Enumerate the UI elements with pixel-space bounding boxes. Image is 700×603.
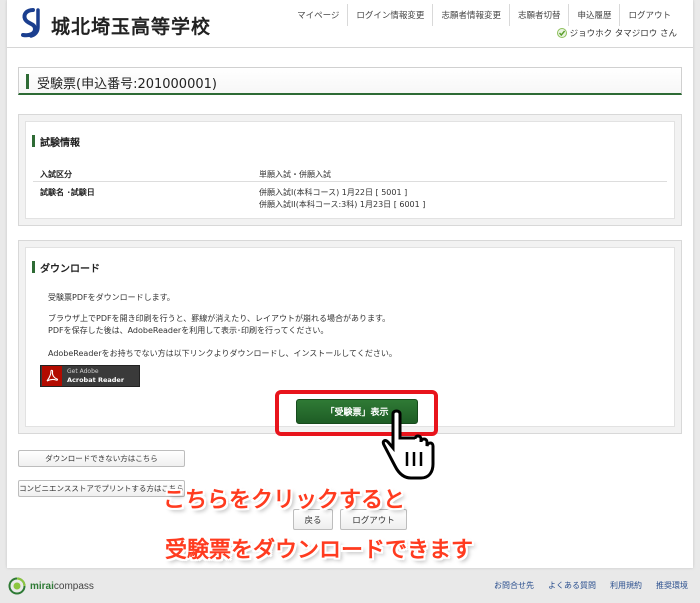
- exam-category-value: 単願入試・併願入試: [259, 170, 331, 179]
- download-instruction: PDFを保存した後は、AdobeReaderを利用して表示･印刷を行ってください…: [48, 326, 329, 335]
- nav-login-info-change[interactable]: ログイン情報変更: [347, 4, 432, 26]
- footer-link-terms[interactable]: 利用規約: [610, 580, 642, 591]
- footer-link-environment[interactable]: 推奨環境: [656, 580, 688, 591]
- title-accent-bar: [26, 74, 29, 89]
- page-title-bar: 受験票(申込番号:201000001): [18, 67, 682, 95]
- nav-applicant-info-change[interactable]: 志願者情報変更: [432, 4, 509, 26]
- current-user: ジョウホク タマジロウ さん: [556, 27, 677, 39]
- brand-prefix: mirai: [30, 580, 54, 592]
- checkmark-icon: [556, 28, 567, 38]
- overlay-instruction-line-2: 受験票をダウンロードできます: [165, 538, 474, 563]
- site-header: 城北埼玉高等学校 マイページ ログイン情報変更 志願者情報変更 志願者切替 申込…: [7, 0, 693, 48]
- download-desc: 受験票PDFをダウンロードします。: [48, 293, 175, 302]
- download-warning: ブラウザ上でPDFを開き印刷を行うと、罫線が消えたり、レイアウトが崩れる場合があ…: [48, 314, 391, 323]
- adobe-acrobat-icon: [42, 366, 62, 386]
- exam-name-date-value-1: 併願入試I(本科コース) 1月22日 [ 5001 ]: [259, 188, 408, 197]
- nav-logout[interactable]: ログアウト: [619, 4, 679, 26]
- convenience-store-print-button[interactable]: コンビニエンスストアでプリントする方はこちら: [18, 480, 185, 497]
- get-adobe-reader-button[interactable]: Get Adobe Acrobat Reader: [40, 365, 140, 387]
- exam-name-date-label: 試験名 ･試験日: [40, 188, 95, 197]
- overlay-instruction-line-1: こちらをクリックすると: [163, 488, 406, 513]
- page-title: 受験票(申込番号:201000001): [37, 77, 217, 92]
- pointing-hand-icon: [381, 409, 435, 480]
- nav-mypage[interactable]: マイページ: [289, 4, 347, 26]
- page-container: 城北埼玉高等学校 マイページ ログイン情報変更 志願者情報変更 志願者切替 申込…: [7, 0, 693, 568]
- user-name: ジョウホク タマジロウ さん: [569, 29, 677, 39]
- download-heading: ダウンロード: [40, 264, 100, 275]
- nav-application-history[interactable]: 申込履歴: [568, 4, 619, 26]
- adobe-install-note: AdobeReaderをお持ちでない方は以下リンクよりダウンロードし、インストー…: [48, 349, 397, 358]
- acrobat-line-2: Acrobat Reader: [67, 376, 125, 384]
- download-accent-bar: [32, 261, 35, 273]
- school-logo-icon: [21, 8, 40, 38]
- footer-brand-text: miraicompass: [30, 581, 94, 592]
- brand-suffix: compass: [53, 580, 94, 592]
- row-divider: [33, 181, 667, 182]
- miraicompass-logo-icon: [8, 577, 26, 595]
- cannot-download-button[interactable]: ダウンロードできない方はこちら: [18, 450, 185, 467]
- exam-name-date-value-2: 併願入試II(本科コース:3科) 1月23日 [ 6001 ]: [259, 200, 426, 209]
- school-name: 城北埼玉高等学校: [51, 16, 212, 38]
- footer-link-faq[interactable]: よくある質問: [548, 580, 596, 591]
- footer-links: お問合せ先 よくある質問 利用規約 推奨環境: [494, 580, 688, 591]
- exam-category-label: 入試区分: [40, 170, 72, 179]
- footer-link-contact[interactable]: お問合せ先: [494, 580, 534, 591]
- exam-info-panel: 試験情報 入試区分 単願入試・併願入試 試験名 ･試験日 併願入試I(本科コース…: [18, 114, 682, 226]
- nav-applicant-switch[interactable]: 志願者切替: [508, 4, 569, 26]
- exam-info-heading: 試験情報: [40, 138, 80, 149]
- exam-info-accent-bar: [32, 135, 35, 147]
- acrobat-line-1: Get Adobe: [67, 368, 99, 375]
- footer-brand: miraicompass: [8, 577, 94, 595]
- header-nav: マイページ ログイン情報変更 志願者情報変更 志願者切替 申込履歴 ログアウト: [289, 4, 679, 26]
